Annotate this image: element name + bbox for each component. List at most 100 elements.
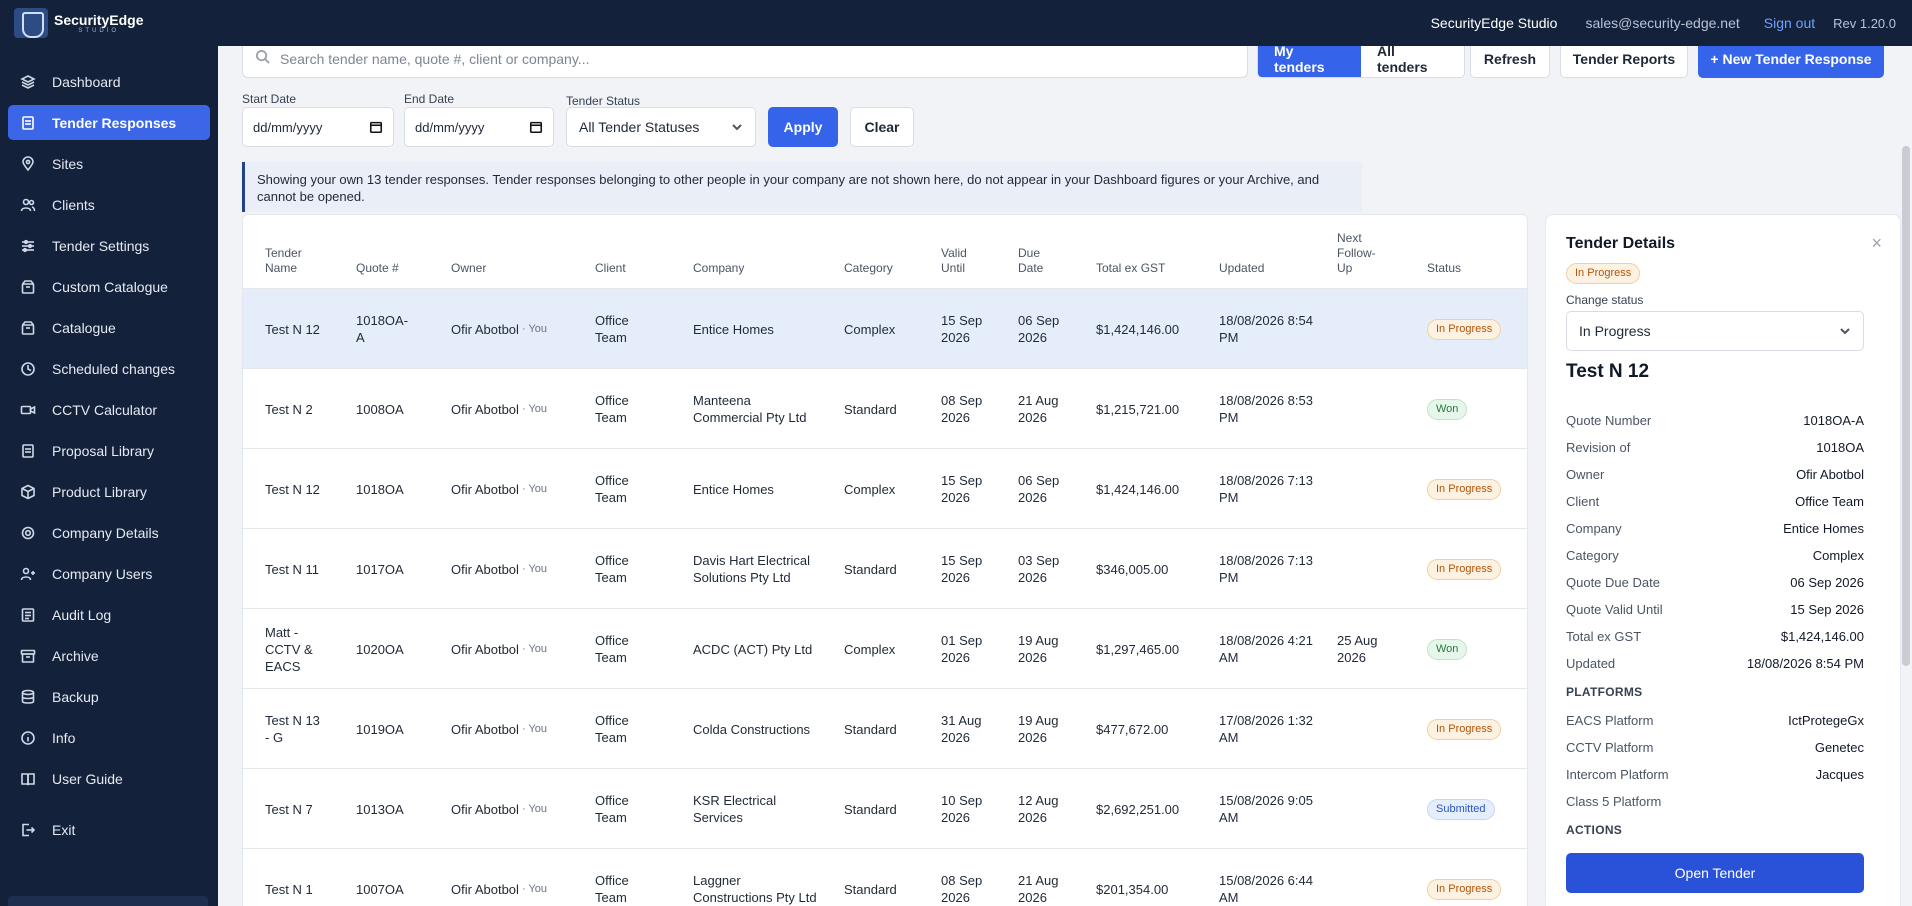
details-title: Tender Details [1566, 235, 1676, 252]
sidebar-item-catalogue[interactable]: Catalogue [8, 310, 210, 345]
tender-status-select[interactable]: All Tender Statuses [566, 107, 756, 147]
sidebar: Dashboard Tender Responses Sites Clients Ten… [0, 46, 218, 906]
cell-text: 18/08/2026 7:13 PM [1219, 553, 1313, 585]
table-row[interactable]: Test N 13 - G 1019OA Ofir Abotbol · You Offi… [243, 689, 1527, 769]
search-box[interactable] [242, 46, 1248, 78]
cell-followup [1337, 449, 1407, 529]
open-tender-button[interactable]: Open Tender [1566, 853, 1864, 893]
change-status-select[interactable]: In Progress [1566, 311, 1864, 351]
cell-text: Standard [844, 561, 897, 577]
cell-total: $201,354.00 [1096, 849, 1206, 906]
cell-category: Standard [844, 689, 924, 769]
sidebar-item-info[interactable]: Info [8, 720, 210, 755]
detail-value: 06 Sep 2026 [1790, 575, 1864, 590]
new-tender-response-button[interactable]: + New Tender Response [1698, 46, 1884, 78]
detail-row: Updated 18/08/2026 8:54 PM [1566, 656, 1864, 671]
sidebar-item-scheduled-changes[interactable]: Scheduled changes [8, 351, 210, 386]
detail-value: Ofir Abotbol [1796, 467, 1864, 482]
cell-text: 15/08/2026 6:44 AM [1219, 873, 1313, 905]
detail-value: Complex [1812, 548, 1864, 563]
th-status[interactable]: Status [1427, 261, 1461, 276]
cell-text: 15 Sep 2026 [941, 313, 983, 345]
sidebar-item-exit[interactable]: Exit [8, 812, 210, 847]
gear-icon [20, 525, 36, 541]
detail-value: 18/08/2026 8:54 PM [1746, 656, 1864, 671]
cell-text: 01 Sep 2026 [941, 633, 983, 665]
main-content: My tenders All tenders Refresh Tender Re… [218, 46, 1912, 906]
sidebar-item-sites[interactable]: Sites [8, 146, 210, 181]
cell-text: Test N 7 [265, 801, 313, 817]
sidebar-item-backup[interactable]: Backup [8, 679, 210, 714]
cell-owner: Ofir Abotbol · You [451, 449, 581, 529]
calendar-icon [369, 120, 383, 134]
cell-text: $1,424,146.00 [1096, 481, 1180, 497]
search-input[interactable] [280, 51, 1180, 67]
tender-reports-button[interactable]: Tender Reports [1560, 46, 1688, 78]
sidebar-item-custom-catalogue[interactable]: Custom Catalogue [8, 269, 210, 304]
sidebar-item-audit-log[interactable]: Audit Log [8, 597, 210, 632]
close-icon[interactable]: × [1871, 233, 1882, 254]
sidebar-item-clients[interactable]: Clients [8, 187, 210, 222]
sidebar-item-cctv-calculator[interactable]: CCTV Calculator [8, 392, 210, 427]
start-date-input[interactable]: dd/mm/yyyy [242, 107, 394, 147]
th-total[interactable]: Total ex GST [1096, 261, 1165, 276]
table-row[interactable]: Test N 12 1018OA-A Ofir Abotbol · You Office… [243, 289, 1527, 369]
tender-status-value: All Tender Statuses [579, 119, 700, 135]
cell-text: Test N 12 [265, 481, 320, 497]
exit-icon [20, 822, 36, 838]
logo-name: SecurityEdge [54, 11, 144, 28]
cell-text: $1,424,146.00 [1096, 321, 1180, 337]
sidebar-item-dashboard[interactable]: Dashboard [8, 64, 210, 99]
clear-button[interactable]: Clear [850, 107, 914, 147]
th-category[interactable]: Category [844, 261, 893, 276]
cell-text: Office Team [595, 313, 629, 345]
scrollbar[interactable] [1902, 146, 1910, 666]
sidebar-item-proposal-library[interactable]: Proposal Library [8, 433, 210, 468]
app-logo[interactable]: SecurityEdge STUDIO [14, 8, 143, 38]
detail-key: Total ex GST [1566, 629, 1642, 644]
sidebar-item-label: Tender Responses [52, 114, 177, 131]
table-row[interactable]: Test N 11 1017OA Ofir Abotbol · You Office T… [243, 529, 1527, 609]
platform-value: Genetec [1814, 740, 1864, 755]
document-icon [20, 115, 36, 131]
table-row[interactable]: Test N 12 1018OA Ofir Abotbol · You Office T… [243, 449, 1527, 529]
sidebar-item-company-users[interactable]: Company Users [8, 556, 210, 591]
cell-due: 06 Sep 2026 [1018, 289, 1063, 369]
cell-text: 31 Aug 2026 [941, 713, 982, 745]
you-tag: · You [521, 482, 548, 495]
th-next-follow-up[interactable]: Next Follow-Up [1337, 231, 1389, 276]
my-tenders-button[interactable]: My tenders [1258, 46, 1361, 77]
platforms-heading: PLATFORMS [1566, 685, 1643, 699]
cell-followup [1337, 529, 1407, 609]
all-tenders-button[interactable]: All tenders [1361, 46, 1464, 77]
sidebar-item-product-library[interactable]: Product Library [8, 474, 210, 509]
sidebar-item-user-guide[interactable]: User Guide [8, 761, 210, 796]
th-quote[interactable]: Quote # [356, 261, 399, 276]
end-date-input[interactable]: dd/mm/yyyy [404, 107, 554, 147]
th-owner[interactable]: Owner [451, 261, 486, 276]
table-row[interactable]: Test N 2 1008OA Ofir Abotbol · You Office Te… [243, 369, 1527, 449]
cell-category: Standard [844, 769, 924, 849]
cell-quote: 1007OA [356, 849, 416, 906]
th-updated[interactable]: Updated [1219, 261, 1264, 276]
cell-text: Standard [844, 801, 897, 817]
cell-followup [1337, 289, 1407, 369]
th-valid-until[interactable]: Valid Until [941, 246, 986, 276]
detail-row: Client Office Team [1566, 494, 1864, 509]
sidebar-item-tender-responses[interactable]: Tender Responses [8, 105, 210, 140]
table-row[interactable]: Test N 1 1007OA Ofir Abotbol · You Office Te… [243, 849, 1527, 906]
th-due-date[interactable]: Due Date [1018, 246, 1058, 276]
th-client[interactable]: Client [595, 261, 626, 276]
apply-button[interactable]: Apply [768, 107, 838, 147]
sidebar-item-archive[interactable]: Archive [8, 638, 210, 673]
sidebar-item-company-details[interactable]: Company Details [8, 515, 210, 550]
cell-category: Standard [844, 369, 924, 449]
table-row[interactable]: Matt - CCTV & EACS 1020OA Ofir Abotbol · Yo… [243, 609, 1527, 689]
th-tender-name[interactable]: Tender Name [265, 246, 325, 276]
refresh-button[interactable]: Refresh [1470, 46, 1550, 78]
cell-status: In Progress [1427, 689, 1517, 769]
sidebar-item-tender-settings[interactable]: Tender Settings [8, 228, 210, 263]
th-company[interactable]: Company [693, 261, 744, 276]
sign-out-link[interactable]: Sign out [1764, 15, 1815, 31]
table-row[interactable]: Test N 7 1013OA Ofir Abotbol · You Office Te… [243, 769, 1527, 849]
